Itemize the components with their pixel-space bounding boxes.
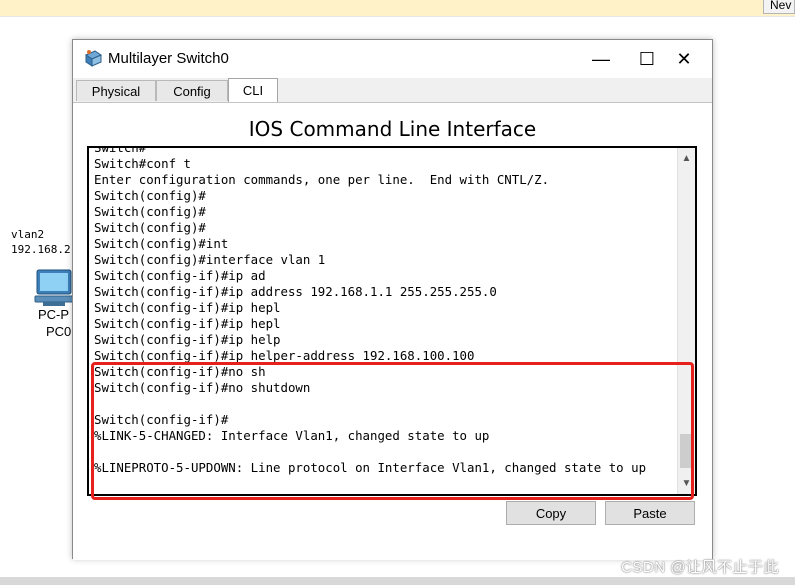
bottom-strip [0, 577, 795, 585]
app-top-bar: Nev [0, 0, 795, 17]
copy-button[interactable]: Copy [506, 501, 596, 525]
terminal-line: Switch(config)# [94, 188, 206, 203]
terminal-line: Switch(config)#int [94, 236, 229, 251]
terminal-line: Switch(config-if)#ip hepl [94, 316, 281, 331]
vlan-label: vlan2 [11, 228, 45, 241]
title-bar[interactable]: Multilayer Switch0 — ☐ ✕ [73, 40, 712, 78]
terminal-line: Switch(config)# [94, 220, 206, 235]
pc-type-label: PC-P [38, 307, 70, 322]
terminal-line: Enter configuration commands, one per li… [94, 172, 550, 187]
terminal-line: Switch#conf t [94, 156, 191, 171]
terminal-line: Switch(config-if)#ip address 192.168.1.1… [94, 284, 497, 299]
switch-icon [84, 50, 103, 67]
scroll-up-icon[interactable]: ▲ [678, 150, 695, 167]
paste-button[interactable]: Paste [605, 501, 695, 525]
close-button[interactable]: ✕ [661, 40, 707, 78]
minimize-button[interactable]: — [578, 40, 624, 78]
tab-bar: Physical Config CLI [73, 78, 712, 102]
tab-config[interactable]: Config [156, 80, 228, 101]
pc-icon[interactable] [33, 268, 77, 308]
terminal-line: Switch(config-if)#ip ad [94, 268, 266, 283]
tab-physical[interactable]: Physical [76, 80, 156, 101]
terminal-line: Switch# [94, 146, 147, 155]
terminal-line: Switch(config)#interface vlan 1 [94, 252, 326, 267]
terminal-line: Switch(config-if)#ip help [94, 332, 281, 347]
watermark: CSDN @让风不止于此 [621, 559, 779, 576]
terminal-line: Switch(config)# [94, 204, 206, 219]
ip-label: 192.168.2. [11, 243, 78, 256]
red-highlight-box [91, 362, 694, 500]
tab-cli[interactable]: CLI [228, 78, 278, 102]
window-title: Multilayer Switch0 [108, 50, 229, 67]
new-button[interactable]: Nev [763, 0, 795, 14]
cli-heading: IOS Command Line Interface [248, 117, 537, 141]
pc-name-label: PC0 [46, 324, 72, 339]
divider [0, 16, 795, 17]
terminal-line: Switch(config-if)#ip hepl [94, 300, 281, 315]
